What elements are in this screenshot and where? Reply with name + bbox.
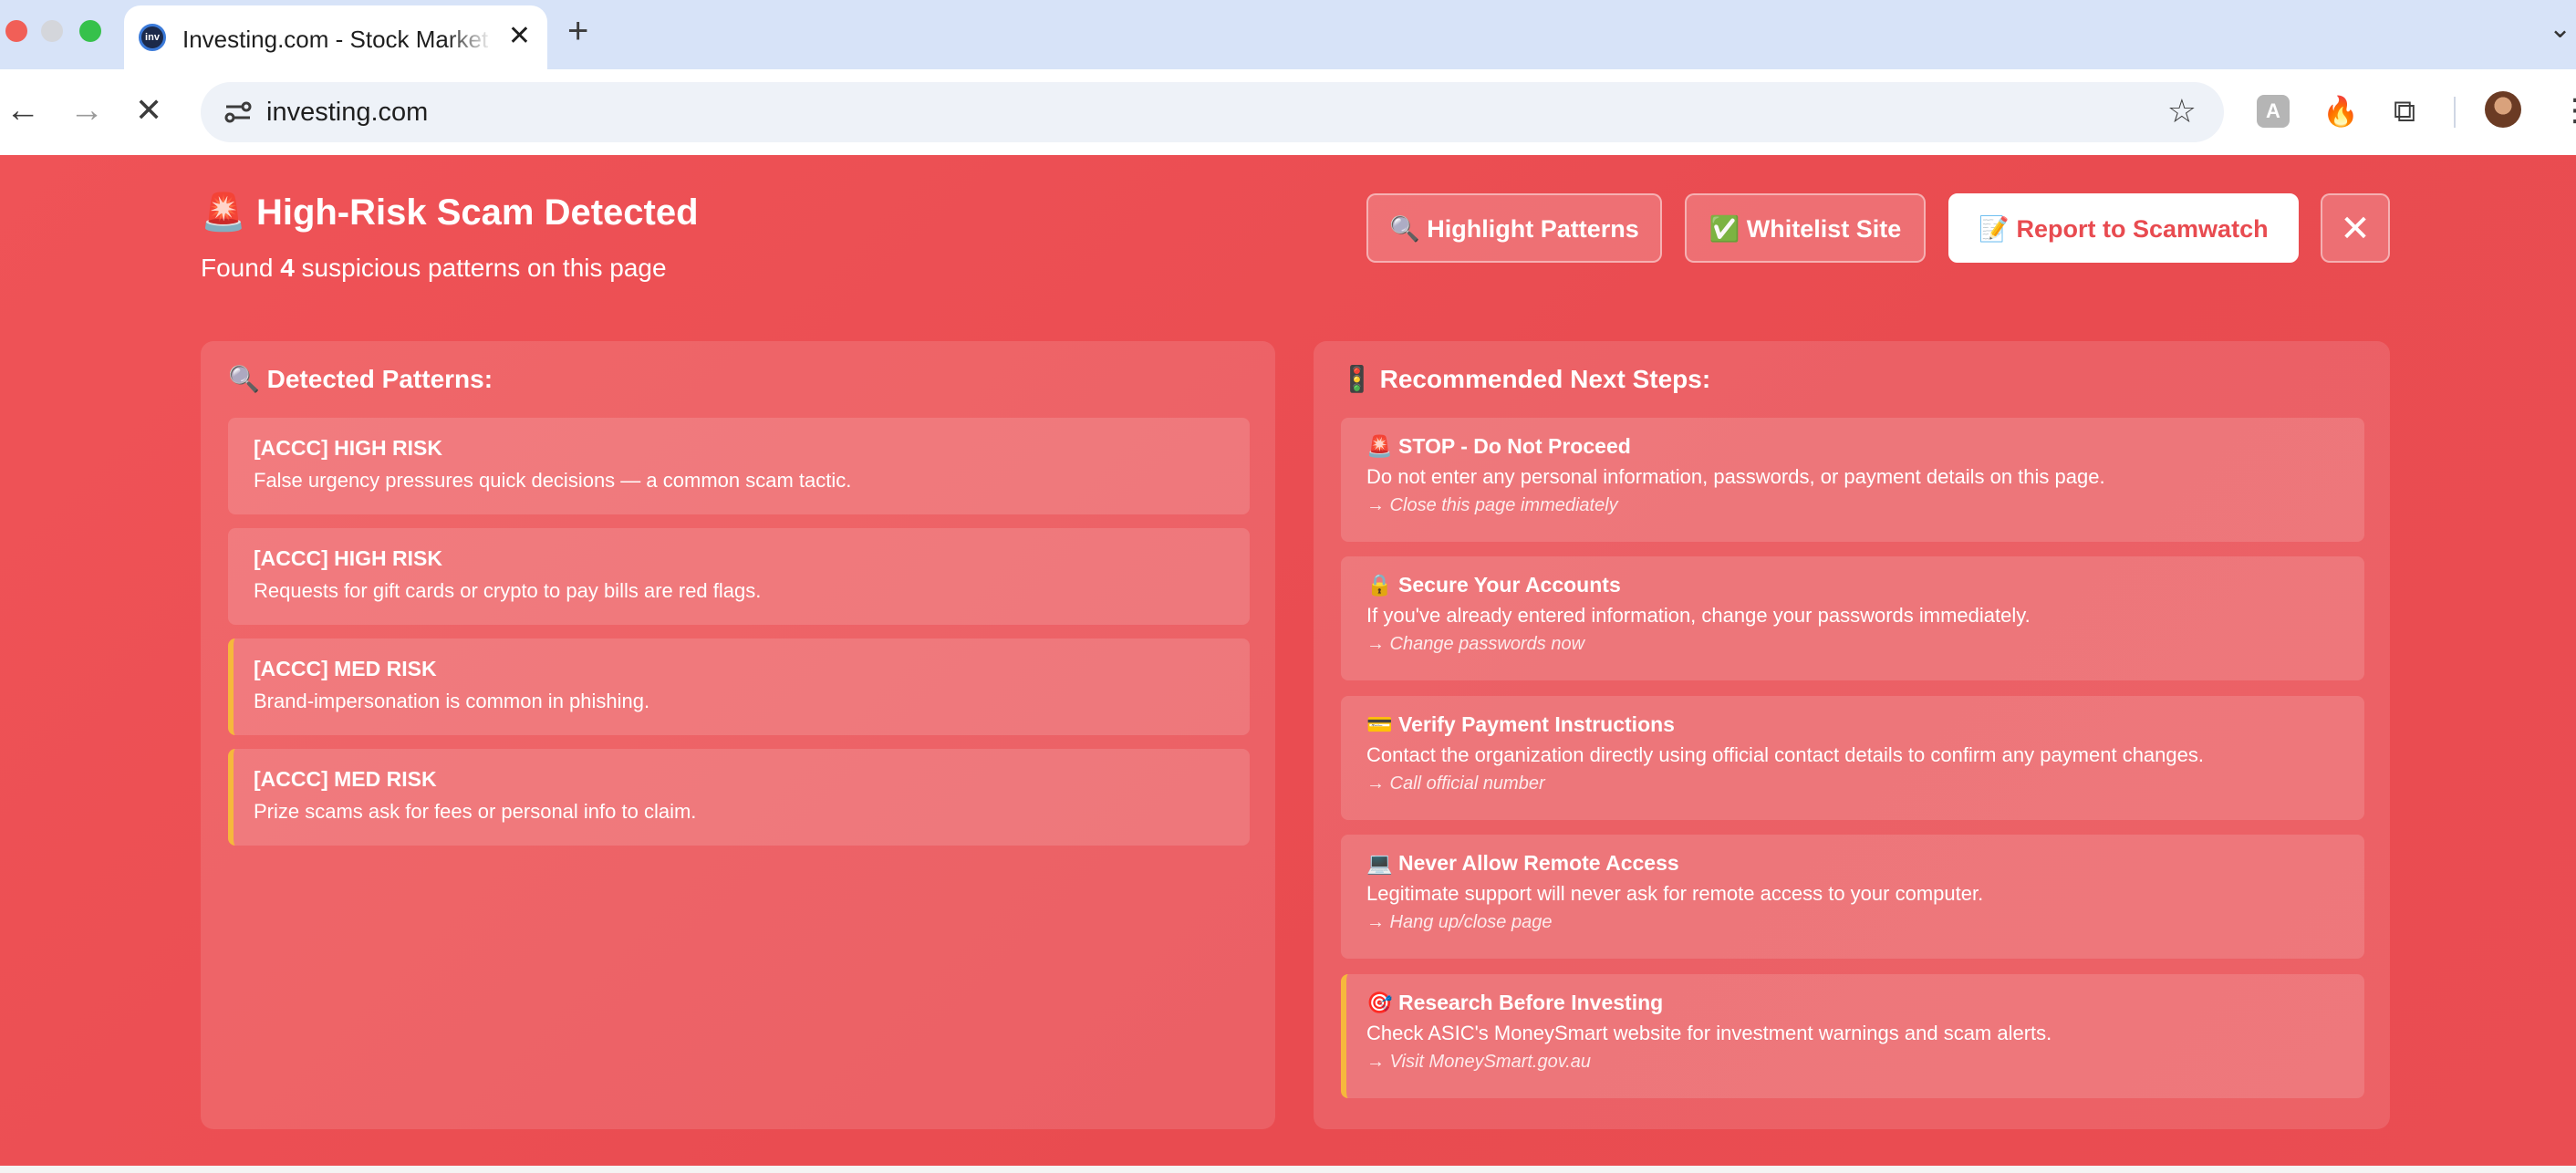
step-title-text: Research Before Investing xyxy=(1398,991,1664,1014)
pattern-risk-label: [ACCC] MED RISK xyxy=(254,767,437,791)
lock-icon: 🔒 xyxy=(1366,573,1393,597)
step-title: 🎯 Research Before Investing xyxy=(1366,989,2339,1016)
pattern-risk-label: [ACCC] HIGH RISK xyxy=(254,546,442,570)
pattern-count: 4 xyxy=(280,254,295,282)
detected-patterns-panel: 🔍 Detected Patterns: [ACCC] HIGH RISK Fa… xyxy=(201,341,1275,1129)
highlight-patterns-button[interactable]: 🔍 Highlight Patterns xyxy=(1366,193,1662,263)
site-info-icon[interactable] xyxy=(223,97,254,128)
pattern-description: Requests for gift cards or crypto to pay… xyxy=(254,579,762,602)
step-title-text: Secure Your Accounts xyxy=(1398,573,1621,597)
window-maximize-button[interactable] xyxy=(79,20,101,42)
step-title: 🔒 Secure Your Accounts xyxy=(1366,571,2339,598)
browser-menu-icon[interactable]: ⋮ xyxy=(2560,89,2576,131)
next-steps-panel: 🚦 Recommended Next Steps: 🚨 STOP - Do No… xyxy=(1314,341,2390,1129)
pattern-risk-label: [ACCC] MED RISK xyxy=(254,657,437,680)
pattern-risk-label: [ACCC] HIGH RISK xyxy=(254,436,442,460)
step-card: 🔒 Secure Your Accounts If you've already… xyxy=(1341,556,2364,680)
subtitle-prefix: Found xyxy=(201,254,274,282)
window-close-button[interactable] xyxy=(5,20,27,42)
scam-alert-overlay: 🚨 High-Risk Scam Detected Found 4 suspic… xyxy=(0,155,2576,1166)
page-content-edge xyxy=(0,1166,2576,1173)
url-text[interactable]: investing.com xyxy=(266,95,428,130)
tab-search-chevron-icon[interactable]: ⌄ xyxy=(2549,13,2571,45)
report-to-scamwatch-button[interactable]: 📝 Report to Scamwatch xyxy=(1948,193,2299,263)
step-title: 🚨 STOP - Do Not Proceed xyxy=(1366,432,2339,460)
step-action: → Close this page immediately xyxy=(1366,495,1618,515)
siren-icon: 🚨 xyxy=(1366,434,1393,458)
alert-title-text: High-Risk Scam Detected xyxy=(255,192,699,233)
step-action: → Call official number xyxy=(1366,773,1545,794)
subtitle-suffix: suspicious patterns on this page xyxy=(301,254,667,282)
site-favicon-icon: inv xyxy=(139,24,166,51)
tab-title: Investing.com - Stock Market Quotes & Fi… xyxy=(182,26,493,53)
step-card: 💻 Never Allow Remote Access Legitimate s… xyxy=(1341,835,2364,959)
detected-patterns-heading: 🔍 Detected Patterns: xyxy=(228,365,493,393)
pattern-card: [ACCC] HIGH RISK Requests for gift cards… xyxy=(228,528,1250,625)
pattern-card: [ACCC] HIGH RISK False urgency pressures… xyxy=(228,418,1250,514)
step-title-text: Verify Payment Instructions xyxy=(1398,712,1675,736)
siren-icon: 🚨 xyxy=(201,192,246,233)
bookmark-star-icon[interactable]: ☆ xyxy=(2167,91,2197,131)
step-card: 💳 Verify Payment Instructions Contact th… xyxy=(1341,696,2364,820)
step-action: → Visit MoneySmart.gov.au xyxy=(1366,1052,1592,1072)
step-description: Contact the organization directly using … xyxy=(1366,743,2204,766)
step-action: → Change passwords now xyxy=(1366,634,1585,654)
laptop-icon: 💻 xyxy=(1366,851,1393,875)
close-alert-button[interactable]: ✕ xyxy=(2321,193,2390,263)
pattern-card: [ACCC] MED RISK Brand-impersonation is c… xyxy=(228,638,1250,735)
step-title-text: STOP - Do Not Proceed xyxy=(1398,434,1631,458)
browser-tab-active[interactable]: inv Investing.com - Stock Market Quotes … xyxy=(124,5,547,69)
window-minimize-button[interactable] xyxy=(41,20,63,42)
pattern-card: [ACCC] MED RISK Prize scams ask for fees… xyxy=(228,749,1250,846)
extension-fire-icon[interactable]: 🔥 xyxy=(2322,95,2359,128)
pattern-description: Prize scams ask for fees or personal inf… xyxy=(254,800,697,823)
step-description: Do not enter any personal information, p… xyxy=(1366,465,2105,488)
pattern-description: False urgency pressures quick decisions … xyxy=(254,469,852,492)
next-steps-heading: 🚦 Recommended Next Steps: xyxy=(1341,365,1711,393)
back-button[interactable]: ← xyxy=(5,89,40,131)
profile-avatar[interactable] xyxy=(2485,91,2521,128)
step-action: → Hang up/close page xyxy=(1366,912,1553,932)
extensions-puzzle-icon[interactable]: ⧉ xyxy=(2388,95,2421,128)
target-icon: 🎯 xyxy=(1366,991,1393,1014)
step-description: Legitimate support will never ask for re… xyxy=(1366,882,1984,905)
credit-card-icon: 💳 xyxy=(1366,712,1393,736)
address-bar[interactable]: investing.com ☆ xyxy=(201,82,2224,142)
alert-title: 🚨 High-Risk Scam Detected xyxy=(201,190,699,235)
step-title-text: Never Allow Remote Access xyxy=(1398,851,1679,875)
toolbar-divider xyxy=(2454,97,2456,128)
step-card: 🚨 STOP - Do Not Proceed Do not enter any… xyxy=(1341,418,2364,542)
stop-loading-button[interactable]: ✕ xyxy=(135,89,162,131)
extension-a-icon[interactable]: A xyxy=(2257,95,2290,128)
browser-toolbar: ← → ✕ investing.com ☆ A 🔥 ⧉ ⋮ xyxy=(0,69,2576,156)
whitelist-site-button[interactable]: ✅ Whitelist Site xyxy=(1685,193,1926,263)
browser-tab-strip: inv Investing.com - Stock Market Quotes … xyxy=(0,0,2576,69)
alert-subtitle: Found 4 suspicious patterns on this page xyxy=(201,252,667,285)
step-title: 💻 Never Allow Remote Access xyxy=(1366,849,2339,877)
step-description: If you've already entered information, c… xyxy=(1366,604,2031,627)
step-description: Check ASIC's MoneySmart website for inve… xyxy=(1366,1022,2052,1044)
step-title: 💳 Verify Payment Instructions xyxy=(1366,711,2339,738)
tab-close-icon[interactable]: ✕ xyxy=(508,20,531,53)
pattern-description: Brand-impersonation is common in phishin… xyxy=(254,690,650,712)
forward-button[interactable]: → xyxy=(69,89,104,131)
step-card: 🎯 Research Before Investing Check ASIC's… xyxy=(1341,974,2364,1098)
new-tab-button[interactable]: + xyxy=(567,9,588,53)
